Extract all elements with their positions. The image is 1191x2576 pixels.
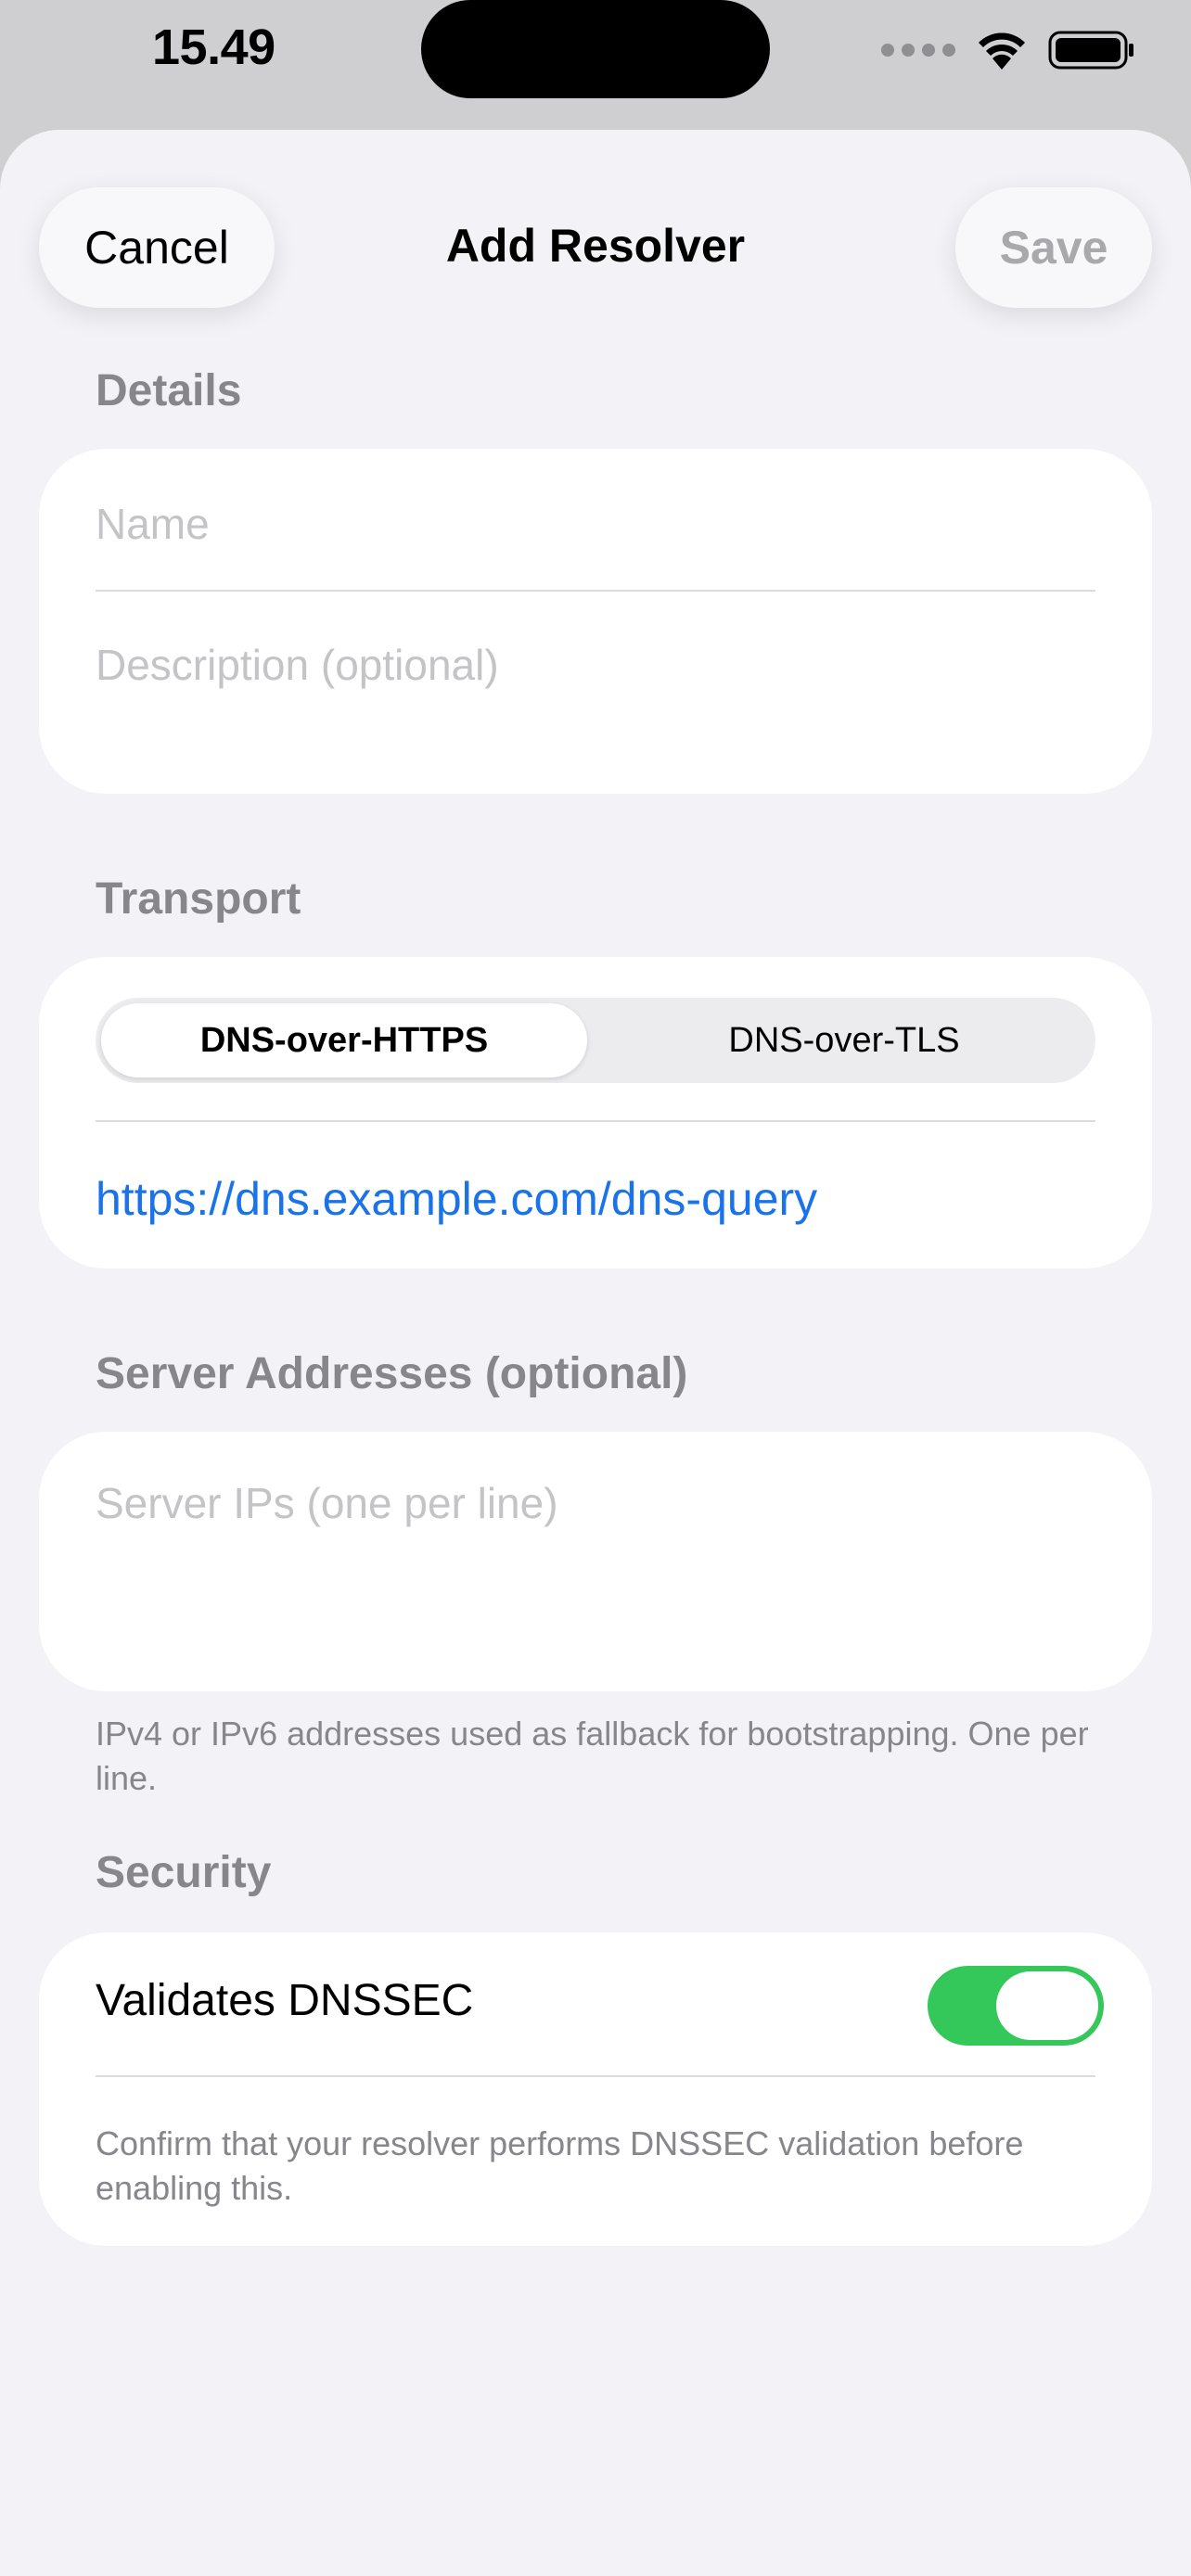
details-card: Name Description (optional) [39,449,1152,794]
signal-dots-icon [881,44,955,57]
security-card: Validates DNSSEC Confirm that your resol… [39,1932,1152,2246]
toggle-knob [996,1971,1098,2040]
validates-dnssec-label: Validates DNSSEC [96,1976,474,2025]
server-ips-textarea[interactable]: Server IPs (one per line) [96,1478,558,1528]
security-header: Security [96,1848,272,1897]
transport-segmented-control: DNS-over-HTTPS DNS-over-TLS [96,998,1095,1083]
save-button[interactable]: Save [955,187,1152,308]
details-divider [96,590,1095,592]
resolver-url-field[interactable]: https://dns.example.com/dns-query [96,1172,817,1226]
status-bar: 15.49 [0,0,1191,130]
name-field[interactable]: Name [96,499,210,549]
battery-icon [1048,31,1133,70]
server-addresses-footer: IPv4 or IPv6 addresses used as fallback … [96,1715,1089,1797]
status-icons [881,24,1135,76]
segment-dns-over-https[interactable]: DNS-over-HTTPS [101,1003,587,1078]
details-header: Details [96,366,242,415]
validates-dnssec-toggle[interactable] [928,1966,1104,2046]
add-resolver-sheet: Cancel Add Resolver Save Details Name De… [0,130,1191,2576]
transport-card: DNS-over-HTTPS DNS-over-TLS https://dns.… [39,957,1152,1269]
dnssec-note: Confirm that your resolver performs DNSS… [96,2124,1024,2207]
security-divider [96,2075,1095,2077]
server-addresses-card: Server IPs (one per line) [39,1432,1152,1691]
description-field[interactable]: Description (optional) [96,640,499,690]
wifi-icon [979,32,1025,70]
segment-dns-over-tls[interactable]: DNS-over-TLS [598,1003,1090,1078]
transport-divider [96,1120,1095,1122]
status-time: 15.49 [152,19,275,75]
dynamic-island [421,0,770,98]
server-addresses-header: Server Addresses (optional) [96,1349,688,1398]
transport-header: Transport [96,874,301,924]
